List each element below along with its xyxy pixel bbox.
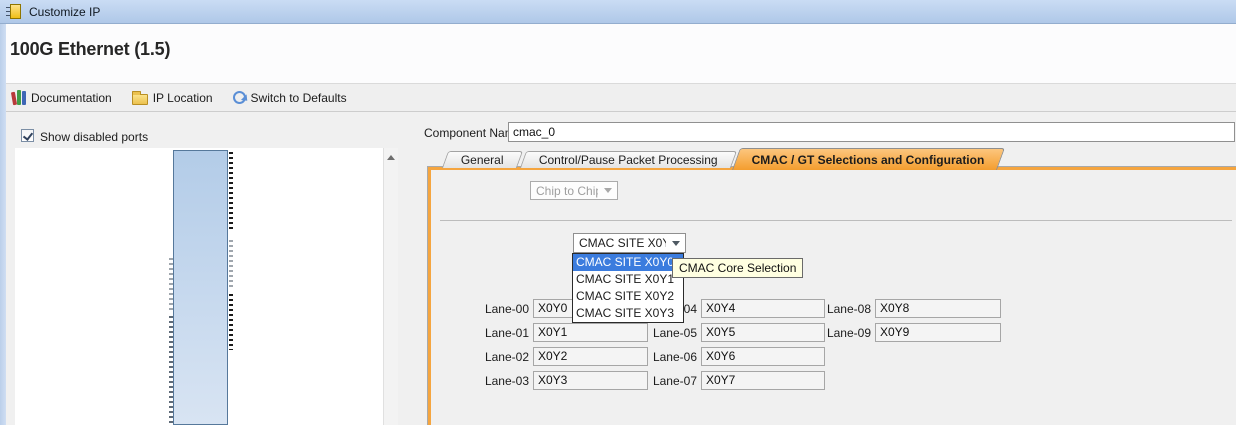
component-name-input[interactable] (508, 122, 1235, 142)
cmac-core-selection-value: CMAC SITE X0Y0 (579, 236, 666, 250)
customize-ip-dialog: Customize IP 100G Ethernet (1.5) Documen… (0, 0, 1236, 425)
popup-option-cmac-site-x0y0[interactable]: CMAC SITE X0Y0 (573, 254, 683, 271)
port-ticks-left-bottom (169, 316, 173, 425)
lane-06-value-field: X0Y6 (701, 347, 825, 366)
documentation-label: Documentation (31, 91, 112, 105)
lane-09-value-field: X0Y9 (875, 323, 1001, 342)
lane-07-label: Lane-07 (600, 374, 701, 388)
popup-option-cmac-site-x0y3[interactable]: CMAC SITE X0Y3 (573, 305, 683, 322)
tab-cmac-gt-label: CMAC / GT Selections and Configuration (752, 153, 985, 167)
tab-general-label: General (461, 153, 504, 167)
chevron-down-icon (604, 188, 612, 193)
lane-01-label: Lane-01 (440, 326, 533, 340)
tab-bar: General Control/Pause Packet Processing … (445, 148, 1001, 170)
cmac-core-selection-popup: CMAC SITE X0Y0 CMAC SITE X0Y1 CMAC SITE … (572, 253, 684, 323)
heading-band: 100G Ethernet (1.5) (6, 24, 1236, 84)
lane-09-label: Lane-09 (770, 326, 875, 340)
port-ticks-right-bottom (229, 294, 233, 350)
lane-08-value-field: X0Y8 (875, 299, 1001, 318)
lane-row-07: Lane-07 X0Y7 (600, 371, 825, 390)
lane-row-09: Lane-09 X0Y9 (770, 323, 1001, 342)
lane-07-value-field: X0Y7 (701, 371, 825, 390)
section-separator (440, 220, 1232, 221)
show-disabled-ports-checkbox[interactable] (21, 129, 34, 142)
channel-topology-dropdown: Chip to Chip (530, 181, 618, 200)
lane-03-label: Lane-03 (440, 374, 533, 388)
window-titlebar: Customize IP (0, 0, 1236, 24)
ip-block-symbol (173, 150, 228, 425)
lane-05-label: Lane-05 (600, 326, 701, 340)
page-title: 100G Ethernet (1.5) (10, 39, 170, 60)
popup-option-cmac-site-x0y2[interactable]: CMAC SITE X0Y2 (573, 288, 683, 305)
lane-06-label: Lane-06 (600, 350, 701, 364)
tab-general[interactable]: General (442, 151, 523, 168)
lane-row-08: Lane-08 X0Y8 (770, 299, 1001, 318)
scrollbar-up-button[interactable] (383, 150, 398, 164)
channel-topology-value: Chip to Chip (536, 184, 598, 198)
switch-to-defaults-button[interactable]: Switch to Defaults (230, 87, 350, 109)
toolbar: Documentation IP Location Switch to Defa… (6, 84, 1236, 112)
cmac-core-selection-tooltip: CMAC Core Selection (672, 258, 803, 278)
port-ticks-left-top (169, 258, 173, 313)
popup-option-cmac-site-x0y1[interactable]: CMAC SITE X0Y1 (573, 271, 683, 288)
ip-location-button[interactable]: IP Location (129, 87, 216, 109)
refresh-icon (233, 91, 246, 104)
documentation-button[interactable]: Documentation (9, 87, 115, 109)
tab-control-pause-label: Control/Pause Packet Processing (539, 153, 718, 167)
books-icon (12, 90, 26, 105)
tab-cmac-gt-selections[interactable]: CMAC / GT Selections and Configuration (732, 148, 1005, 170)
port-ticks-right-top (229, 152, 233, 230)
lane-02-label: Lane-02 (440, 350, 533, 364)
cmac-core-selection-dropdown[interactable]: CMAC SITE X0Y0 (573, 233, 686, 253)
canvas-scrollbar[interactable] (383, 148, 398, 425)
lane-00-label: Lane-00 (440, 302, 533, 316)
chevron-down-icon (672, 241, 680, 246)
ip-core-window-icon (10, 4, 21, 19)
port-ticks-right-middle (229, 240, 233, 288)
window-title: Customize IP (29, 5, 100, 19)
lane-row-06: Lane-06 X0Y6 (600, 347, 825, 366)
folder-icon (132, 94, 148, 105)
tab-control-pause-packet-processing[interactable]: Control/Pause Packet Processing (520, 151, 737, 168)
switch-to-defaults-label: Switch to Defaults (251, 91, 347, 105)
component-name-label: Component Name (424, 126, 521, 140)
ip-location-label: IP Location (153, 91, 213, 105)
up-arrow-icon (387, 155, 395, 160)
lane-08-label: Lane-08 (770, 302, 875, 316)
show-disabled-ports-label[interactable]: Show disabled ports (40, 130, 148, 144)
